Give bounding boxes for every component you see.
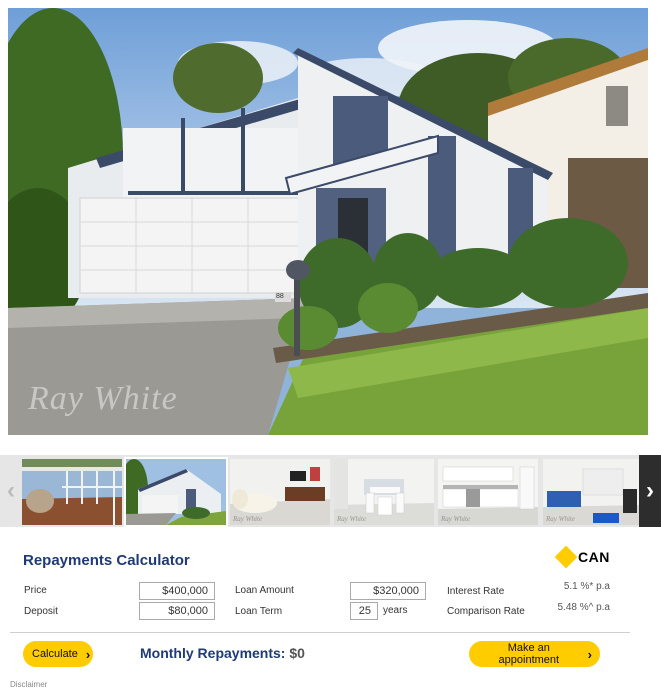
- thumbnail-watermark: Ray White: [337, 515, 366, 523]
- thumbnail-kitchen[interactable]: Ray White: [438, 459, 538, 525]
- deposit-input[interactable]: [139, 602, 215, 620]
- thumbnail-watermark: Ray White: [546, 515, 575, 523]
- can-diamond-icon: [554, 545, 578, 569]
- thumbnail-deck[interactable]: [22, 459, 122, 525]
- thumbnail-dining-room[interactable]: Ray White: [334, 459, 434, 525]
- interest-rate-label: Interest Rate: [447, 586, 505, 597]
- lender-logo: CAN: [554, 545, 610, 569]
- price-label: Price: [24, 585, 47, 596]
- loan-term-label: Loan Term: [235, 606, 283, 617]
- thumbnail-living-room[interactable]: Ray White: [230, 459, 330, 525]
- loan-amount-label: Loan Amount: [235, 585, 294, 596]
- thumbnail-lounge[interactable]: Ray White: [543, 459, 639, 525]
- chevron-right-icon: ›: [587, 646, 592, 662]
- monthly-repayments-value: $0: [289, 645, 305, 661]
- chevron-right-icon: ›: [85, 646, 91, 662]
- monthly-repayments-label: Monthly Repayments:: [140, 645, 286, 661]
- calculator-title: Repayments Calculator: [23, 552, 190, 569]
- thumbnail-house-exterior[interactable]: [124, 457, 228, 527]
- loan-term-input[interactable]: [350, 602, 378, 620]
- deposit-label: Deposit: [24, 606, 58, 617]
- loan-term-unit: years: [383, 605, 408, 616]
- chevron-left-icon[interactable]: ‹: [0, 455, 22, 527]
- calculator-divider: [10, 632, 630, 633]
- thumbnail-watermark: Ray White: [233, 515, 262, 523]
- thumbnail-watermark: Ray White: [441, 515, 470, 523]
- calculate-button[interactable]: Calculate ›: [23, 641, 93, 667]
- lender-brand: CAN: [578, 549, 610, 565]
- interest-rate-value: 5.1 %* p.a: [563, 581, 610, 592]
- property-main-photo[interactable]: Ray White 88: [8, 8, 648, 435]
- thumbnail-gallery: ‹ Ray White Ray White Ray White Ray Whit…: [0, 455, 661, 527]
- house-number: 88: [276, 293, 284, 300]
- photo-watermark: Ray White: [28, 380, 178, 417]
- comparison-rate-label: Comparison Rate: [447, 606, 525, 617]
- comparison-rate-value: 5.48 %^ p.a: [557, 602, 610, 613]
- price-input[interactable]: [139, 582, 215, 600]
- loan-amount-input[interactable]: [350, 582, 426, 600]
- monthly-repayments: Monthly Repayments: $0: [140, 645, 305, 661]
- disclaimer-link[interactable]: Disclaimer: [10, 680, 47, 689]
- make-appointment-button[interactable]: Make an appointment ›: [469, 641, 600, 667]
- make-appointment-label: Make an appointment: [498, 642, 560, 666]
- repayments-calculator: Repayments Calculator CAN Price Deposit …: [10, 535, 630, 689]
- chevron-right-icon[interactable]: ›: [639, 455, 661, 527]
- calculate-button-label: Calculate: [32, 648, 78, 660]
